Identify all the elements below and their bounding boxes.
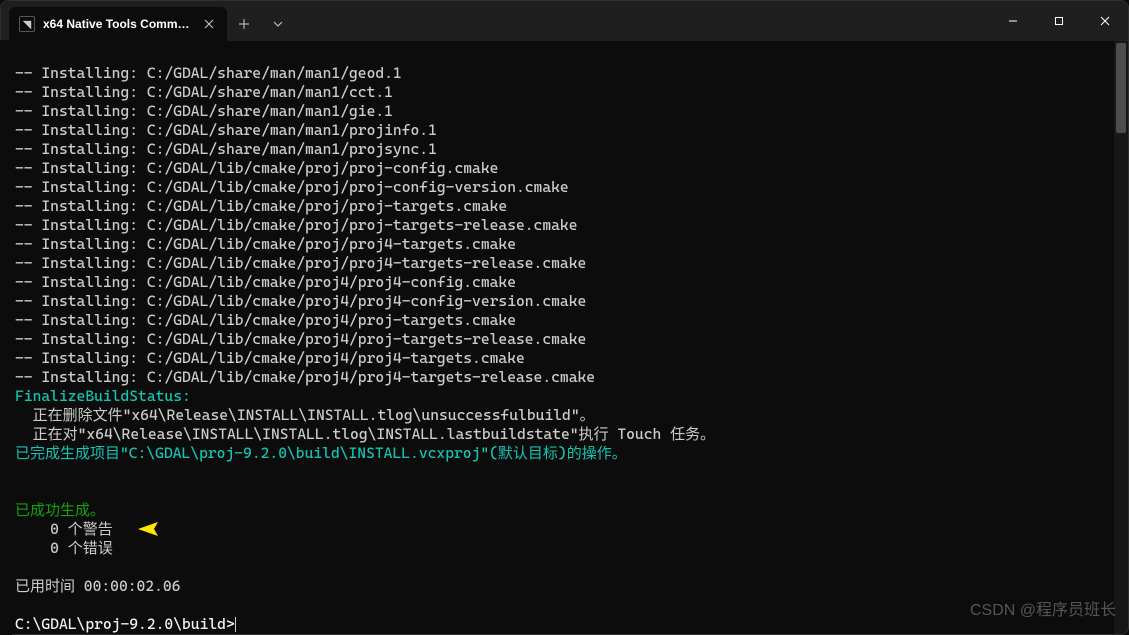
errors-line: 0 个错误 (15, 539, 113, 557)
output-line: -- Installing: C:/GDAL/share/man/man1/pr… (15, 121, 437, 139)
output-line: -- Installing: C:/GDAL/lib/cmake/proj4/p… (15, 349, 525, 367)
cursor (235, 617, 236, 632)
prompt-line: C:\GDAL\proj-9.2.0\build> (15, 615, 235, 633)
minimize-button[interactable] (990, 1, 1036, 41)
terminal-area[interactable]: -- Installing: C:/GDAL/share/man/man1/ge… (1, 41, 1128, 634)
output-line: -- Installing: C:/GDAL/lib/cmake/proj4/p… (15, 292, 586, 310)
scrollbar[interactable] (1114, 41, 1128, 634)
output-line: -- Installing: C:/GDAL/lib/cmake/proj/pr… (15, 254, 586, 272)
build-success-line: 已成功生成。 (15, 501, 105, 519)
output-line: 正在对"x64\Release\INSTALL\INSTALL.tlog\INS… (15, 425, 715, 443)
close-tab-icon[interactable] (201, 16, 217, 32)
tab-title: x64 Native Tools Command Pr (43, 17, 193, 31)
close-window-button[interactable] (1082, 1, 1128, 41)
output-line: -- Installing: C:/GDAL/lib/cmake/proj4/p… (15, 368, 595, 386)
output-line: -- Installing: C:/GDAL/lib/cmake/proj/pr… (15, 159, 498, 177)
titlebar: ◥ x64 Native Tools Command Pr (1, 1, 1128, 41)
output-line: -- Installing: C:/GDAL/lib/cmake/proj4/p… (15, 273, 516, 291)
output-line: -- Installing: C:/GDAL/share/man/man1/pr… (15, 140, 437, 158)
output-line: -- Installing: C:/GDAL/share/man/man1/ge… (15, 64, 402, 82)
output-line: -- Installing: C:/GDAL/lib/cmake/proj/pr… (15, 235, 516, 253)
maximize-button[interactable] (1036, 1, 1082, 41)
output-line: 正在删除文件"x64\Release\INSTALL\INSTALL.tlog\… (15, 406, 595, 424)
output-line: -- Installing: C:/GDAL/lib/cmake/proj/pr… (15, 197, 507, 215)
tab-dropdown-button[interactable] (261, 7, 295, 41)
output-line: -- Installing: C:/GDAL/lib/cmake/proj/pr… (15, 216, 578, 234)
cmd-icon: ◥ (19, 16, 35, 32)
output-line: -- Installing: C:/GDAL/share/man/man1/gi… (15, 102, 393, 120)
build-completed-line: 已完成生成项目"C:\GDAL\proj-9.2.0\build\INSTALL… (15, 444, 627, 462)
warnings-line: 0 个警告 (15, 520, 113, 538)
tab-strip: ◥ x64 Native Tools Command Pr (1, 1, 295, 41)
terminal-window: ◥ x64 Native Tools Command Pr (0, 0, 1129, 635)
finalize-status-label: FinalizeBuildStatus: (15, 387, 191, 405)
terminal-output: -- Installing: C:/GDAL/share/man/man1/ge… (1, 41, 1128, 634)
output-line: -- Installing: C:/GDAL/share/man/man1/cc… (15, 83, 393, 101)
active-tab[interactable]: ◥ x64 Native Tools Command Pr (9, 7, 227, 41)
output-line: -- Installing: C:/GDAL/lib/cmake/proj4/p… (15, 311, 516, 329)
output-line: -- Installing: C:/GDAL/lib/cmake/proj/pr… (15, 178, 569, 196)
new-tab-button[interactable] (227, 7, 261, 41)
window-controls (990, 1, 1128, 41)
output-line: -- Installing: C:/GDAL/lib/cmake/proj4/p… (15, 330, 586, 348)
scroll-thumb[interactable] (1116, 43, 1126, 133)
elapsed-time-line: 已用时间 00:00:02.06 (15, 577, 180, 595)
